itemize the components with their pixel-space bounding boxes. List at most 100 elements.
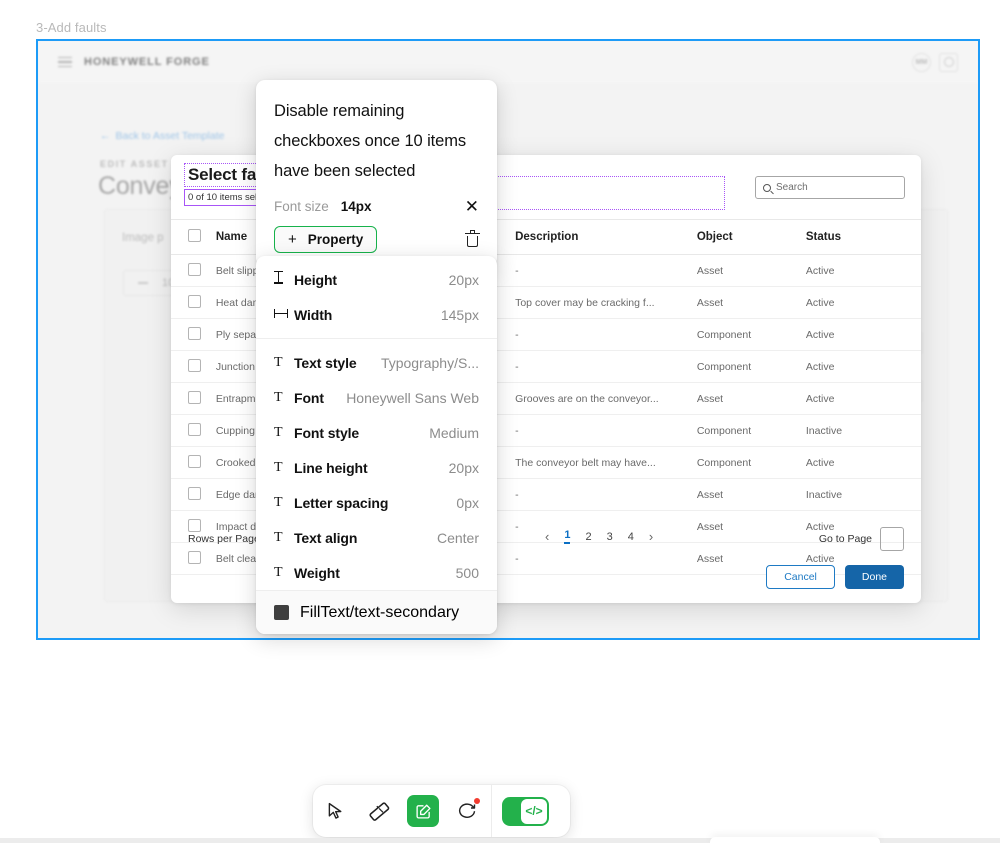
column-object[interactable]: Object [697, 220, 806, 255]
property-value: 145px [440, 306, 479, 323]
height-icon [274, 270, 294, 289]
design-frame[interactable]: HONEYWELL FORGE MM ← Back to Asset Templa… [36, 39, 980, 640]
comment-badge-icon [474, 798, 480, 804]
row-checkbox[interactable] [188, 294, 201, 308]
property-row-text-align[interactable]: T Text align Center [256, 520, 497, 555]
search-placeholder: Search [776, 182, 808, 193]
cell-description: - [515, 424, 519, 437]
row-checkbox[interactable] [188, 422, 201, 436]
page-2-button[interactable]: 2 [585, 531, 591, 543]
column-description[interactable]: Description [515, 220, 697, 255]
property-row-text-style[interactable]: T Text style Typography/S... [256, 345, 497, 380]
next-page-button[interactable]: › [649, 529, 653, 544]
property-value: Center [436, 529, 479, 546]
property-row-font[interactable]: T Font Honeywell Sans Web [256, 380, 497, 415]
modal-cancel-button[interactable]: Cancel [766, 565, 835, 589]
cell-description: The conveyor belt may have... [515, 456, 656, 469]
comment-tool[interactable] [445, 785, 489, 837]
cell-object: Component [696, 360, 752, 373]
search-input[interactable]: Search [755, 176, 905, 199]
row-checkbox[interactable] [188, 262, 201, 276]
cell-description: - [515, 264, 519, 277]
text-icon: T [274, 564, 283, 580]
property-value: 0px [456, 494, 479, 511]
add-property-label: Property [307, 232, 364, 247]
property-value: Typography/S... [380, 354, 479, 371]
avatar[interactable]: MM [912, 52, 931, 72]
text-icon: T [274, 389, 283, 405]
cell-status: Active [805, 328, 835, 341]
help-icon[interactable] [939, 52, 958, 72]
row-checkbox[interactable] [188, 390, 201, 404]
cell-object: Asset [696, 488, 724, 501]
property-value: 20px [448, 459, 479, 476]
property-value: Honeywell Sans Web [346, 389, 479, 406]
property-row-line-height[interactable]: T Line height 20px [256, 450, 497, 485]
property-label: Line height [294, 459, 368, 476]
menu-icon[interactable] [58, 56, 72, 68]
property-row-width[interactable]: Width 145px [256, 297, 497, 332]
cursor-tool[interactable] [313, 785, 357, 837]
font-size-label: Font size [274, 199, 329, 214]
back-to-asset-template-link[interactable]: ← Back to Asset Template [100, 130, 224, 142]
row-checkbox[interactable] [188, 486, 201, 500]
prev-page-button[interactable]: ‹ [545, 529, 549, 544]
add-property-row: + Property [274, 226, 480, 253]
rows-per-page-label: Rows per Page [188, 532, 260, 545]
fill-color-swatch[interactable] [274, 605, 289, 620]
cell-status: Active [805, 264, 835, 277]
page-4-button[interactable]: 4 [628, 531, 634, 543]
cell-status: Active [805, 456, 835, 469]
property-row-fill[interactable]: Fill Text/text-secondary [256, 590, 497, 634]
property-value: 20px [448, 271, 479, 288]
inspector-properties-panel: Height 20px Width 145px T Text style Typ… [256, 256, 497, 634]
property-label: Text style [294, 354, 357, 371]
property-row-font-style[interactable]: T Font style Medium [256, 415, 497, 450]
page-3-button[interactable]: 3 [607, 531, 613, 543]
select-all-header [171, 220, 216, 255]
divider [256, 338, 497, 339]
close-icon[interactable]: ✕ [465, 198, 479, 215]
topbar-right: MM [912, 52, 958, 72]
page-eyebrow: EDIT ASSET [100, 159, 169, 169]
zoom-out-icon[interactable] [138, 282, 148, 284]
fill-value: Text/text-secondary [320, 603, 460, 621]
go-to-page-input[interactable] [880, 527, 904, 551]
cell-status: Active [805, 360, 835, 373]
property-row-weight[interactable]: T Weight 500 [256, 555, 497, 590]
annotate-tool[interactable] [401, 785, 445, 837]
row-checkbox[interactable] [188, 326, 201, 340]
toolbar-divider [491, 785, 492, 837]
modal-done-button[interactable]: Done [844, 565, 904, 589]
select-all-checkbox[interactable] [188, 229, 201, 242]
cell-description: - [515, 488, 519, 501]
row-checkbox[interactable] [188, 454, 201, 468]
font-size-row: Font size 14px ✕ [274, 198, 479, 215]
text-icon: T [274, 494, 283, 510]
text-icon: T [274, 354, 283, 370]
code-toggle[interactable]: </> [502, 796, 549, 826]
frame-label[interactable]: 3-Add faults [36, 20, 107, 35]
add-property-button[interactable]: + Property [274, 226, 378, 253]
annotate-tool-highlight [407, 795, 439, 827]
app-topbar: HONEYWELL FORGE MM [38, 41, 978, 83]
property-row-height[interactable]: Height 20px [256, 262, 497, 297]
property-label: Letter spacing [294, 494, 389, 511]
row-checkbox[interactable] [188, 358, 201, 372]
row-checkbox-cell [171, 447, 216, 479]
property-row-letter-spacing[interactable]: T Letter spacing 0px [256, 485, 497, 520]
row-checkbox-cell [171, 255, 216, 287]
cell-description: - [515, 360, 519, 373]
delete-icon[interactable] [465, 230, 480, 247]
property-label: Text align [294, 529, 358, 546]
text-icon: T [274, 424, 283, 440]
measure-tool[interactable] [357, 785, 401, 837]
page-1-button[interactable]: 1 [564, 529, 571, 544]
property-value: 500 [455, 564, 479, 581]
inspector-selection-panel: Disable remaining checkboxes once 10 ite… [256, 80, 497, 267]
plus-icon: + [288, 231, 297, 248]
cell-object: Component [696, 424, 752, 437]
column-status[interactable]: Status [806, 220, 921, 255]
brand-logo: HONEYWELL FORGE [84, 56, 210, 68]
bottom-peek-panel[interactable] [710, 837, 880, 843]
